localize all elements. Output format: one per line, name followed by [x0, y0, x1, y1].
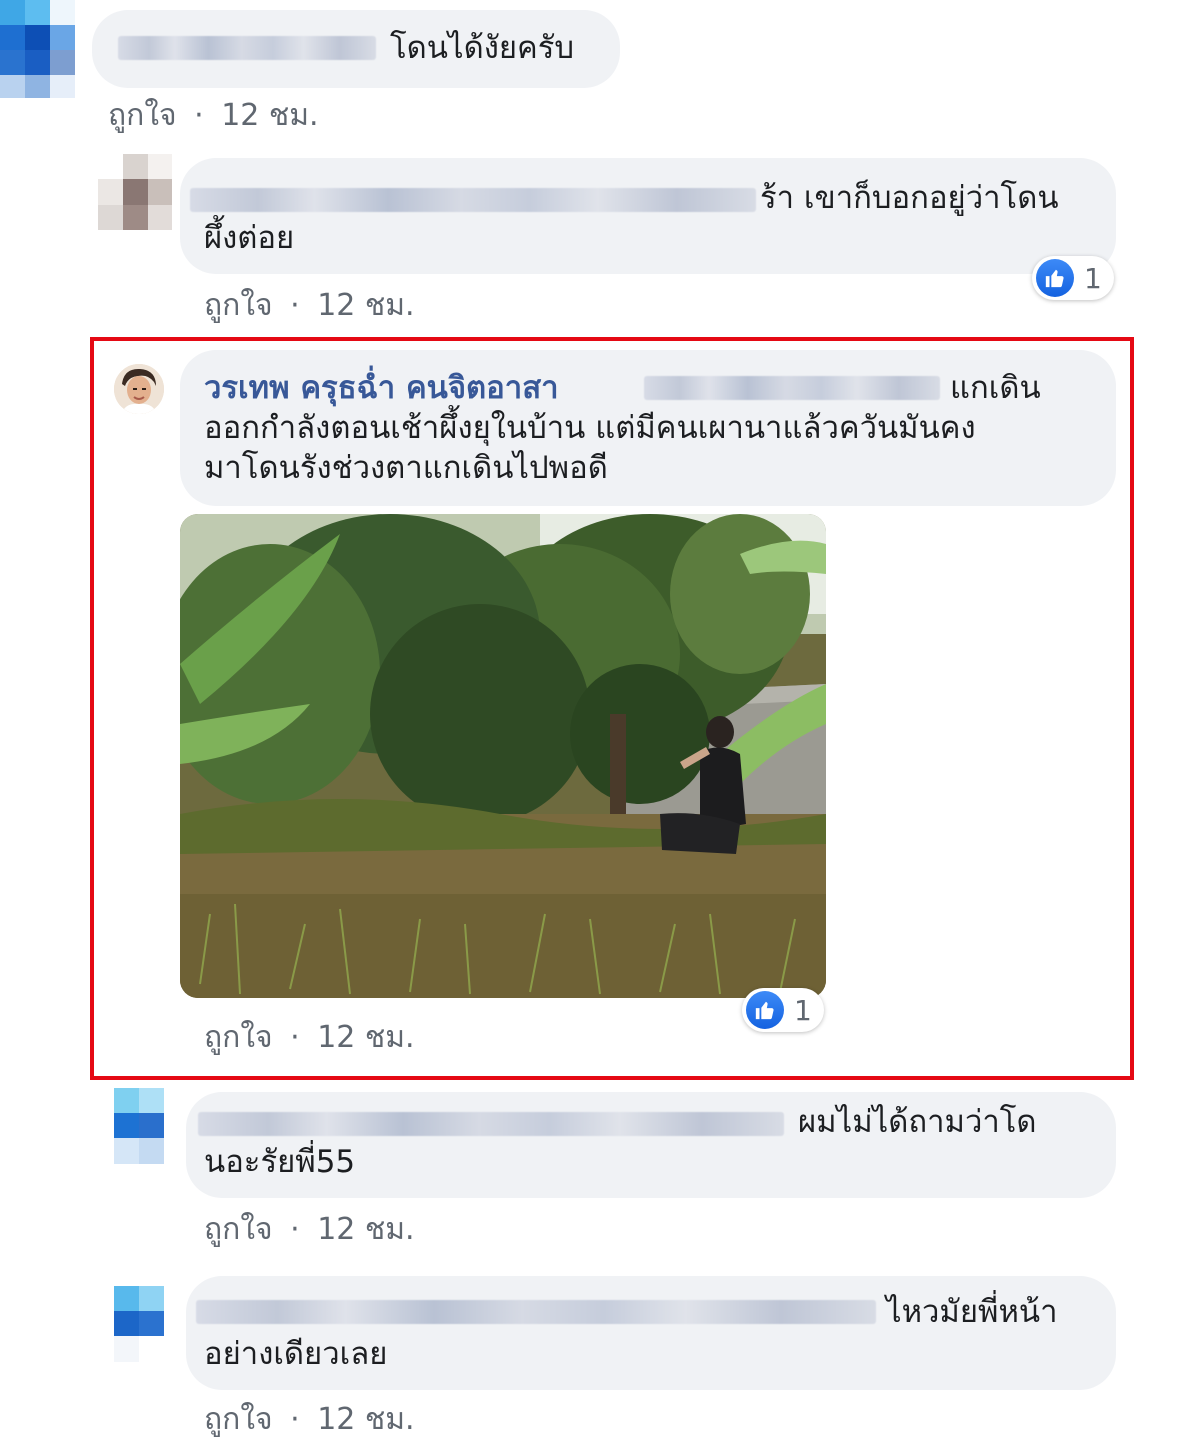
reaction-count: 1: [1084, 261, 1102, 295]
avatar[interactable]: [98, 154, 172, 230]
blurred-author-name: [196, 1300, 876, 1324]
separator: ·: [290, 288, 300, 323]
reaction-count: 1: [794, 993, 812, 1027]
comment-meta: ถูกใจ · 12 ชม.: [108, 92, 319, 139]
timestamp[interactable]: 12 ชม.: [317, 1212, 414, 1247]
comment-text-line: ผมไม่ได้ถามว่าโด: [798, 1104, 1037, 1140]
avatar[interactable]: [114, 364, 164, 414]
separator: ·: [290, 1212, 300, 1247]
timestamp[interactable]: 12 ชม.: [317, 1402, 414, 1437]
profile-photo: [114, 364, 164, 414]
like-link[interactable]: ถูกใจ: [204, 288, 273, 323]
avatar[interactable]: [114, 1286, 164, 1362]
comment-text-line: แกเดิน: [950, 370, 1041, 406]
separator: ·: [290, 1020, 300, 1055]
timestamp[interactable]: 12 ชม.: [221, 98, 318, 133]
comment-text-line: ผึ้งต่อย: [204, 220, 295, 256]
comment-meta: ถูกใจ · 12 ชม.: [204, 1014, 415, 1061]
timestamp[interactable]: 12 ชม.: [317, 288, 414, 323]
like-icon: [746, 991, 784, 1029]
blurred-author-name: [118, 36, 376, 60]
blurred-author-name: [198, 1112, 784, 1136]
comment-text: โดนได้งัยครับ: [390, 30, 575, 66]
like-link[interactable]: ถูกใจ: [204, 1212, 273, 1247]
separator: ·: [290, 1402, 300, 1437]
like-icon: [1036, 259, 1074, 297]
comment-text-line: นอะรัยพี่55: [204, 1144, 356, 1180]
blurred-author-name: [190, 188, 756, 212]
comment-author[interactable]: วรเทพ ครุธฉ่ำ คนจิตอาสา: [204, 368, 559, 408]
like-link[interactable]: ถูกใจ: [204, 1020, 273, 1055]
comment-text-line: มาโดนรังช่วงตาแกเดินไปพอดี: [204, 450, 608, 486]
comment-meta: ถูกใจ · 12 ชม.: [204, 1206, 415, 1253]
separator: ·: [194, 98, 204, 133]
comment-text-line: ไหวมัยพี่หน้า: [886, 1294, 1058, 1330]
comment-meta: ถูกใจ · 12 ชม.: [204, 282, 415, 329]
comment-meta: ถูกใจ · 12 ชม.: [204, 1396, 415, 1443]
comment-text-line: ออกกำลังตอนเช้าผึ้งยุในบ้าน แต่มีคนเผานา…: [204, 410, 976, 446]
comment-photo[interactable]: [180, 514, 826, 998]
comment-text-line: ร้า เขาก็บอกอยู่ว่าโดน: [760, 180, 1059, 216]
blurred-tagged-name: [644, 376, 940, 400]
like-link[interactable]: ถูกใจ: [108, 98, 177, 133]
reaction-badge[interactable]: 1: [1032, 256, 1114, 300]
timestamp[interactable]: 12 ชม.: [317, 1020, 414, 1055]
garden-scene-image: [180, 514, 826, 998]
reaction-badge[interactable]: 1: [742, 988, 824, 1032]
like-link[interactable]: ถูกใจ: [204, 1402, 273, 1437]
avatar[interactable]: [114, 1088, 164, 1164]
avatar[interactable]: [0, 0, 75, 98]
comment-text-line: อย่างเดียวเลย: [204, 1336, 388, 1372]
